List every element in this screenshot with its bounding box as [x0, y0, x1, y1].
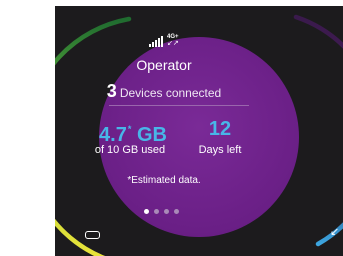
signal-bars-icon [149, 36, 163, 47]
page-dot-4[interactable] [174, 209, 179, 214]
data-used-number: 4.7 [99, 124, 127, 146]
data-transfer-icon: ↙↗ [167, 40, 179, 47]
divider [109, 105, 249, 106]
estimate-marker: * [127, 124, 132, 134]
days-left-value[interactable]: 12 [190, 118, 250, 140]
page-dot-1[interactable] [144, 209, 149, 214]
days-left-caption: Days left [198, 144, 242, 156]
page-indicator[interactable] [144, 209, 179, 214]
devices-connected[interactable]: 3 Devices connected [74, 81, 254, 102]
devices-count: 3 [106, 81, 117, 101]
page-dot-2[interactable] [154, 209, 159, 214]
data-used-unit: GB [136, 124, 167, 146]
devices-label: Devices connected [119, 86, 222, 100]
estimated-note: *Estimated data. [127, 175, 201, 186]
operator-name: Operator [136, 57, 192, 73]
data-used-caption: of 10 GB used [94, 144, 166, 156]
data-used-value[interactable]: 4.7* GB [85, 118, 181, 146]
ring-right-arc [293, 14, 343, 247]
page-dot-3[interactable] [164, 209, 169, 214]
